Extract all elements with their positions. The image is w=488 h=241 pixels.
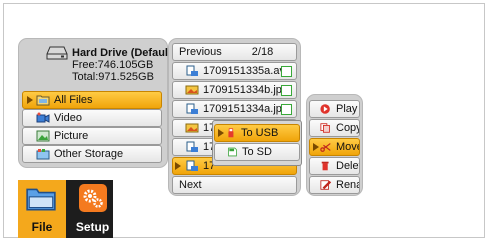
usb-icon [228,128,234,138]
video-file-icon [186,160,198,171]
image-file-icon [185,85,199,95]
menu-label: Move [336,141,359,153]
trash-icon [321,161,329,171]
device-info: Hard Drive (Default) Free:746.105GB Tota… [72,47,175,83]
play-icon [320,104,330,114]
action-move[interactable]: Move [309,138,360,156]
menu-label: Delete [336,160,359,172]
file-name: 1709151335a.avi [203,65,288,77]
tab-label: Setup [75,220,110,234]
gears-icon [83,189,103,208]
page-indicator: 2/18 [251,46,274,58]
file-checkbox[interactable] [281,104,292,115]
category-all-files[interactable]: All Files [22,91,162,109]
file-checkbox[interactable] [281,66,292,77]
category-label: Video [54,112,82,124]
scissors-icon [320,143,331,152]
next-button[interactable]: Next [172,176,297,194]
folder-icon [36,95,50,106]
category-other-storage[interactable]: Other Storage [22,145,162,163]
video-file-icon [186,103,198,114]
tab-setup[interactable]: Setup [72,180,113,238]
video-file-icon [186,141,198,152]
tab-label: File [31,220,53,234]
move-to-usb[interactable]: To USB [214,124,300,142]
device-free: Free:746.105GB [72,59,154,71]
selection-arrow-icon [313,143,319,151]
file-checkbox[interactable] [281,85,292,96]
category-label: All Files [54,94,93,106]
tab-file[interactable]: File [18,180,66,238]
sd-card-icon [228,147,237,157]
rename-icon [320,180,332,190]
copy-icon [320,123,330,133]
action-play[interactable]: Play [309,100,360,118]
next-label: Next [179,179,202,191]
file-name: 1709151334b.jpg [203,84,289,96]
category-label: Picture [54,130,89,142]
menu-label: To SD [242,146,272,158]
picture-icon [36,130,50,142]
selection-arrow-icon [218,129,224,137]
video-icon [36,112,50,123]
action-rename[interactable]: Rename [309,176,360,194]
action-copy[interactable]: Copy [309,119,360,137]
image-file-icon [185,123,199,133]
hard-drive-icon [46,46,68,60]
selection-arrow-icon [175,162,181,170]
folder-icon [26,188,56,211]
category-video[interactable]: Video [22,109,162,127]
device-name: Hard Drive (Default) [72,47,176,59]
menu-label: Copy [336,122,360,134]
category-label: Other Storage [54,148,124,160]
selection-arrow-icon [27,96,33,104]
storage-icon [36,149,50,160]
file-name: 1709151334a.jpg [203,103,289,115]
move-to-sd[interactable]: To SD [214,143,300,161]
video-file-icon [186,65,198,76]
previous-button[interactable]: Previous 2/18 [172,43,297,61]
menu-label: To USB [241,127,279,139]
previous-label: Previous [179,46,222,58]
category-picture[interactable]: Picture [22,127,162,145]
action-delete[interactable]: Delete [309,157,360,175]
device-total: Total:971.525GB [72,71,154,83]
file-item[interactable]: 1709151334b.jpg [172,81,297,99]
file-item[interactable]: 1709151334a.jpg [172,100,297,118]
file-item[interactable]: 1709151335a.avi [172,62,297,80]
menu-label: Play [336,103,358,115]
menu-label: Rename [336,179,359,191]
